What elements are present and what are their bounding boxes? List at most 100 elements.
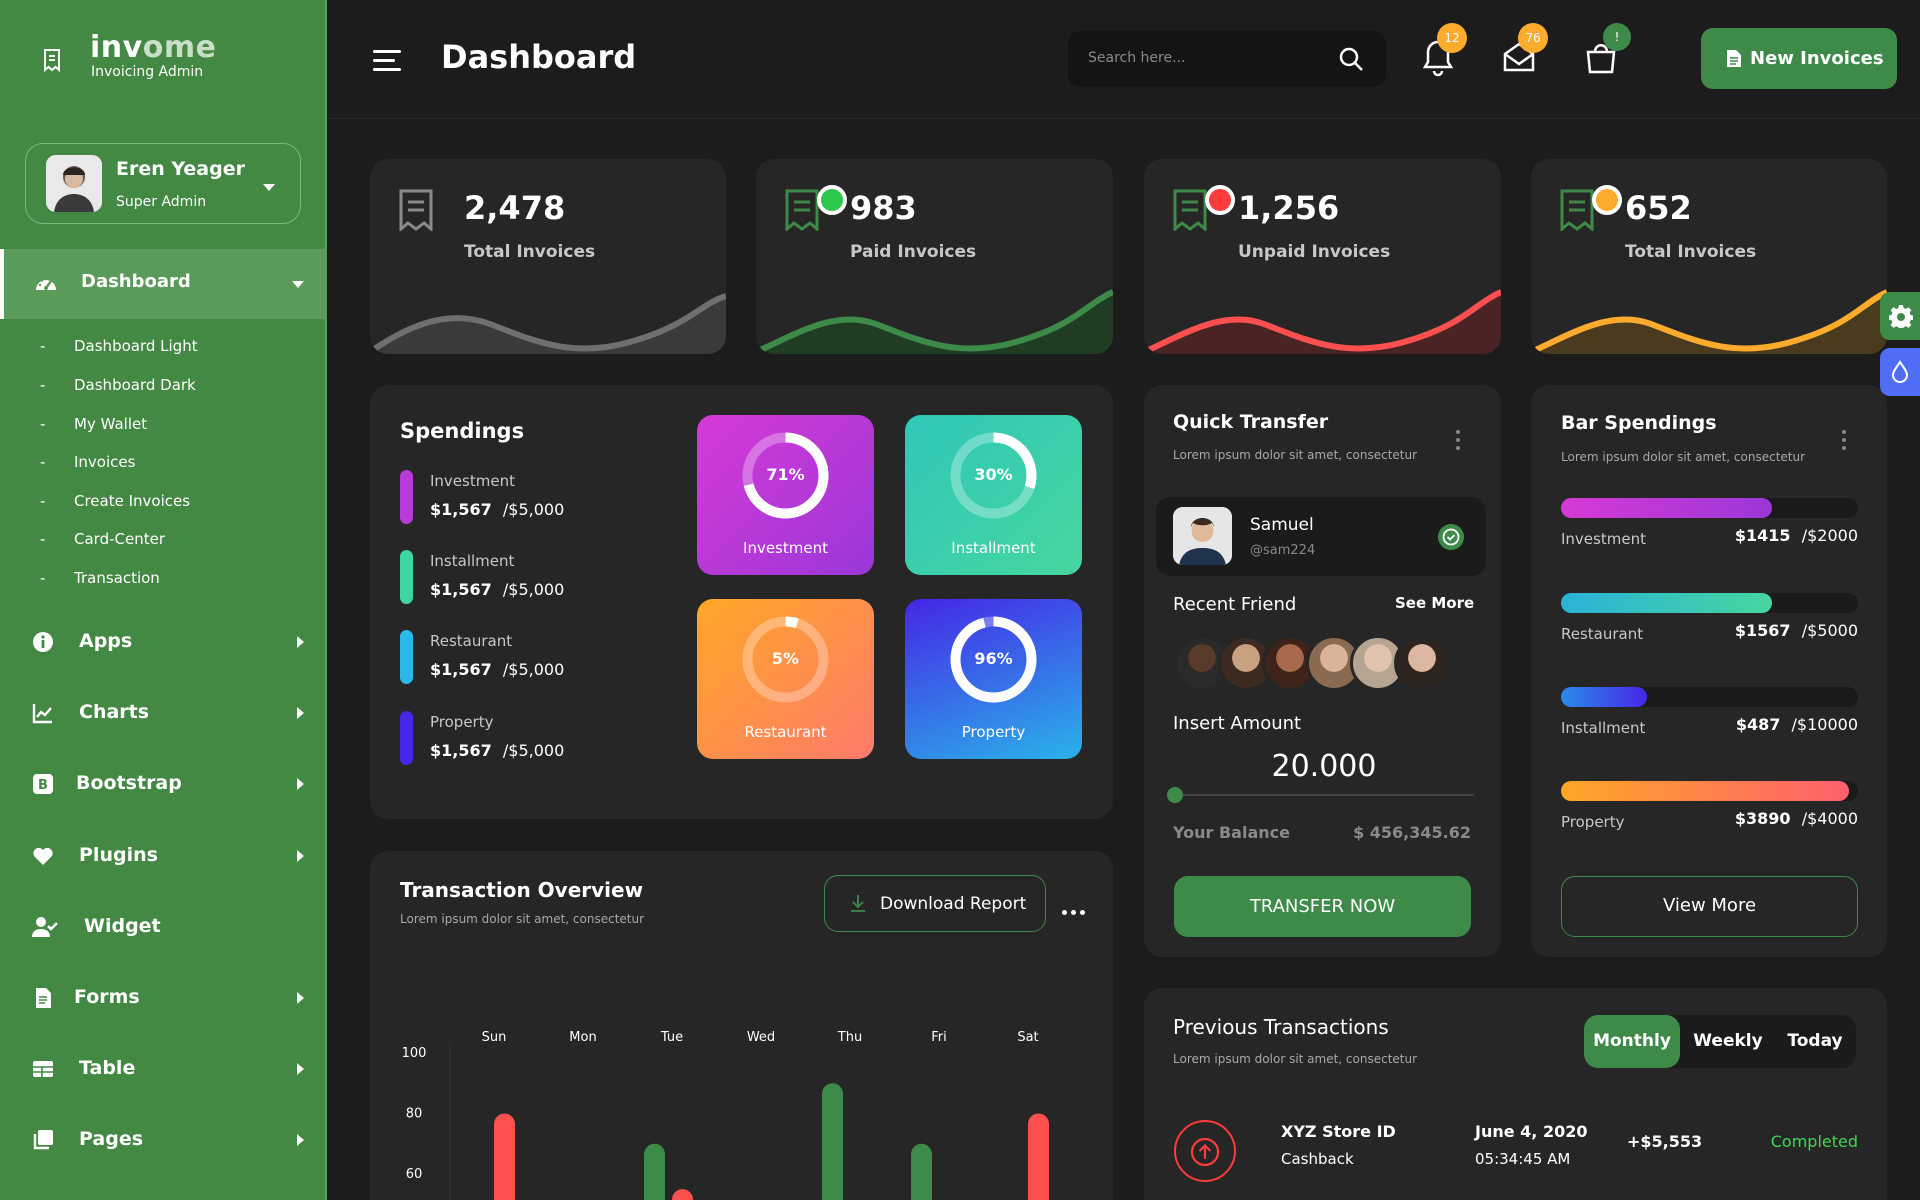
nav-label: Pages — [79, 1128, 144, 1150]
search-icon[interactable] — [1338, 46, 1364, 72]
download-icon — [851, 895, 865, 912]
receipt-icon — [1173, 189, 1207, 231]
download-report-button[interactable]: Download Report — [824, 875, 1046, 932]
spending-bar — [400, 550, 413, 604]
chevron-right-icon — [297, 850, 304, 862]
tab-weekly[interactable]: Weekly — [1684, 1015, 1772, 1068]
menu-toggle-icon[interactable] — [373, 50, 401, 77]
subnav-my-wallet[interactable]: - My Wallet — [40, 415, 147, 433]
tile-restaurant[interactable]: 5% Restaurant — [697, 599, 874, 759]
nav-dashboard[interactable]: Dashboard — [0, 249, 327, 319]
subnav-transaction[interactable]: - Transaction — [40, 569, 160, 587]
nav-bootstrap[interactable]: B Bootstrap — [0, 759, 327, 809]
arrow-up-circle-icon — [1174, 1120, 1236, 1182]
tile-investment[interactable]: 71% Investment — [697, 415, 874, 575]
tile-percent: 30% — [974, 465, 1013, 484]
nav-plugins[interactable]: Plugins — [0, 831, 327, 881]
new-invoices-button[interactable]: New Invoices — [1701, 28, 1897, 89]
view-more-button[interactable]: View More — [1561, 876, 1858, 937]
amount-input[interactable]: 20.000 — [1144, 749, 1501, 784]
stat-card-unpaid-invoices[interactable]: 1,256 Unpaid Invoices — [1144, 159, 1501, 354]
table-icon — [33, 1061, 53, 1077]
receipt-icon — [1560, 189, 1594, 231]
chart-bar[interactable] — [822, 1083, 843, 1200]
bar-spending-value: $487 /$10000 — [1735, 715, 1858, 734]
more-options-icon[interactable] — [1062, 900, 1089, 919]
profile-dropdown[interactable]: Eren Yeager Super Admin — [25, 143, 301, 224]
nav-widget[interactable]: Widget — [0, 902, 327, 952]
sparkline — [1144, 289, 1501, 354]
subnav-dashboard-light[interactable]: - Dashboard Light — [40, 337, 198, 355]
message-badge: 76 — [1518, 23, 1548, 53]
amount-slider[interactable] — [1167, 787, 1474, 803]
brand-name-a: inv — [90, 30, 143, 65]
stat-card-total-invoices-2[interactable]: 652 Total Invoices — [1531, 159, 1887, 354]
subnav-dashboard-dark[interactable]: - Dashboard Dark — [40, 376, 196, 394]
subnav-label: Card-Center — [74, 530, 165, 548]
subnav-create-invoices[interactable]: - Create Invoices — [40, 492, 190, 510]
spending-value: $1,567 /$5,000 — [430, 660, 565, 679]
recipient-card[interactable]: Samuel @sam224 — [1156, 497, 1486, 576]
tile-installment[interactable]: 30% Installment — [905, 415, 1082, 575]
chart-bar[interactable] — [494, 1113, 515, 1200]
more-options-icon[interactable] — [1456, 430, 1460, 454]
nav-table[interactable]: Table — [0, 1044, 327, 1094]
transaction-overview-subtitle: Lorem ipsum dolor sit amet, consectetur — [400, 912, 645, 926]
transaction-overview-card: Transaction Overview Lorem ipsum dolor s… — [370, 851, 1113, 1200]
chevron-right-icon — [297, 992, 304, 1004]
tile-percent: 71% — [766, 465, 805, 484]
transaction-status: Completed — [1770, 1132, 1858, 1151]
x-tick-label: Wed — [747, 1030, 775, 1045]
subnav-label: Create Invoices — [74, 492, 191, 510]
nav-pages[interactable]: Pages — [0, 1115, 327, 1165]
nav-forms[interactable]: Forms — [0, 973, 327, 1023]
tile-property[interactable]: 96% Property — [905, 599, 1082, 759]
chart-bar[interactable] — [1028, 1113, 1049, 1200]
theme-tab[interactable] — [1880, 348, 1920, 396]
chart-bar[interactable] — [911, 1143, 932, 1200]
nav-label: Bootstrap — [76, 772, 182, 794]
brand-logo[interactable]: invome — [90, 30, 216, 65]
period-tabs: Monthly Weekly Today — [1584, 1015, 1856, 1068]
chevron-right-icon — [297, 1063, 304, 1075]
transaction-row[interactable]: XYZ Store ID Cashback June 4, 2020 05:34… — [1144, 1118, 1887, 1200]
tab-monthly[interactable]: Monthly — [1584, 1015, 1680, 1068]
search-box[interactable]: Search here... — [1068, 31, 1386, 87]
nav-dashboard-label: Dashboard — [81, 271, 191, 292]
nav-apps[interactable]: Apps — [0, 617, 327, 667]
slider-handle[interactable] — [1167, 787, 1183, 803]
bar-spending-name: Restaurant — [1561, 625, 1644, 643]
more-options-icon[interactable] — [1842, 430, 1846, 454]
bar-track — [1561, 498, 1858, 518]
stat-value: 2,478 — [464, 189, 566, 227]
sparkline — [756, 289, 1113, 354]
search-input[interactable]: Search here... — [1088, 50, 1185, 66]
transfer-now-button[interactable]: TRANSFER NOW — [1174, 876, 1471, 937]
recent-friend-label: Recent Friend — [1173, 594, 1297, 615]
spending-bar — [400, 470, 413, 524]
subnav-card-center[interactable]: - Card-Center — [40, 530, 165, 548]
settings-tab[interactable] — [1880, 292, 1920, 340]
tile-percent: 5% — [771, 649, 800, 668]
see-more-link[interactable]: See More — [1395, 594, 1474, 612]
page-title: Dashboard — [441, 38, 637, 76]
status-dot — [817, 185, 847, 215]
stat-card-total-invoices[interactable]: 2,478 Total Invoices — [370, 159, 726, 354]
tab-today[interactable]: Today — [1776, 1015, 1854, 1068]
chart-bar[interactable] — [644, 1143, 665, 1200]
chevron-down-icon — [263, 184, 275, 191]
transaction-overview-title: Transaction Overview — [400, 878, 644, 902]
quick-transfer-subtitle: Lorem ipsum dolor sit amet, consectetur — [1173, 448, 1418, 462]
stat-card-paid-invoices[interactable]: 983 Paid Invoices — [756, 159, 1113, 354]
tile-label: Property — [961, 723, 1026, 741]
friend-avatar[interactable] — [1394, 635, 1450, 691]
bar-fill — [1561, 687, 1648, 707]
previous-transactions-title: Previous Transactions — [1173, 1015, 1389, 1039]
stat-value: 652 — [1625, 189, 1692, 227]
bar-spending-name: Investment — [1561, 530, 1646, 548]
nav-charts[interactable]: Charts — [0, 688, 327, 738]
bar-spending-value: $1567 /$5000 — [1734, 621, 1858, 640]
chart-bar[interactable] — [672, 1189, 693, 1200]
subnav-invoices[interactable]: - Invoices — [40, 453, 135, 471]
tile-label: Installment — [951, 539, 1036, 557]
